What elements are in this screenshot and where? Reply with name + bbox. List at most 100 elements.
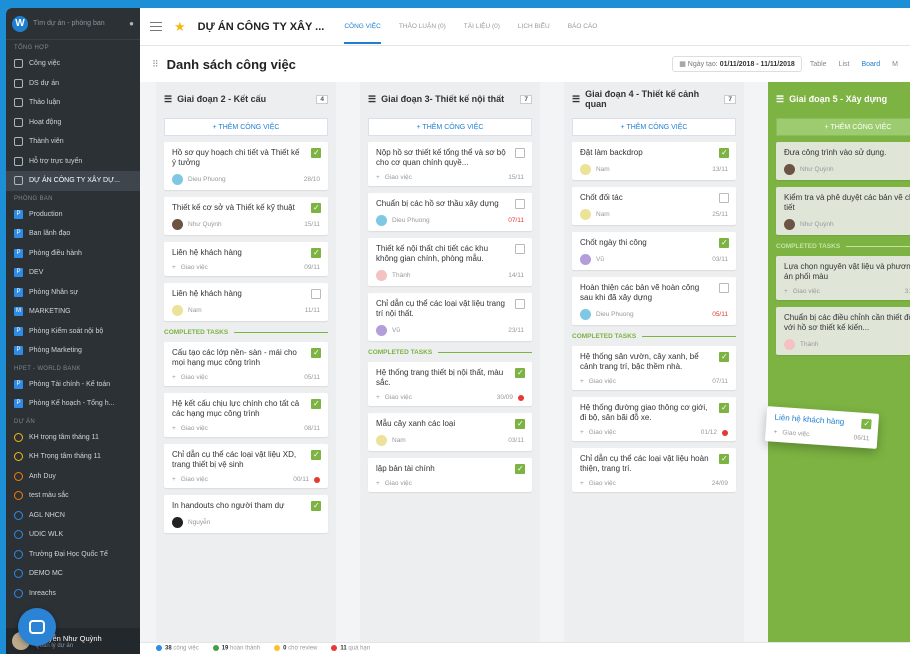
card-checkbox[interactable] <box>515 299 525 309</box>
add-icon[interactable]: + <box>172 374 176 381</box>
add-icon[interactable]: + <box>580 429 584 436</box>
task-card[interactable]: Lựa chọn nguyên vật liệu và phương án ph… <box>776 256 910 300</box>
add-icon[interactable]: + <box>172 425 176 432</box>
sidebar-item[interactable]: Công việc <box>6 54 140 74</box>
add-icon[interactable]: + <box>580 480 584 487</box>
task-card[interactable]: Mẫu cây xanh các loại Nam 03/11 <box>368 413 532 451</box>
task-card[interactable]: Liên hệ khách hàng + Giao việc 09/11 <box>164 242 328 276</box>
card-checkbox[interactable] <box>719 454 729 464</box>
card-checkbox[interactable] <box>311 289 321 299</box>
tab-1[interactable]: THẢO LUẬN (0) <box>399 23 446 30</box>
sidebar-item[interactable]: M MARKETING <box>6 302 140 322</box>
sidebar-item[interactable]: Anh Duy <box>6 467 140 487</box>
date-filter[interactable]: ▦ Ngày tạo: 01/11/2018 - 11/11/2018 <box>672 56 802 72</box>
view-list-button[interactable]: List <box>839 61 850 68</box>
card-checkbox[interactable] <box>719 193 729 203</box>
sidebar-item[interactable]: DS dự án <box>6 74 140 94</box>
add-task-button[interactable]: + THÊM CÔNG VIỆC <box>368 118 532 136</box>
card-checkbox[interactable] <box>311 399 321 409</box>
sidebar-item[interactable]: Hỗ trợ trực tuyến <box>6 152 140 172</box>
card-checkbox[interactable] <box>311 348 321 358</box>
task-card[interactable]: Đặt làm backdrop Nam 13/11 <box>572 142 736 180</box>
card-checkbox[interactable] <box>719 148 729 158</box>
add-icon[interactable]: + <box>172 264 176 271</box>
view-m-button[interactable]: M <box>892 61 898 68</box>
task-card[interactable]: lập bản tài chính + Giao việc <box>368 458 532 492</box>
task-card[interactable]: Thiết kế cơ sở và Thiết kế kỹ thuật Như Q… <box>164 197 328 235</box>
bell-icon[interactable]: ● <box>129 19 134 28</box>
task-card[interactable]: Chốt ngày thi công Vũ 03/11 <box>572 232 736 270</box>
task-card[interactable]: Chuẩn bị các điều chỉnh cần thiết đối vớ… <box>776 307 910 355</box>
sidebar-item[interactable]: P Phòng Marketing <box>6 341 140 361</box>
sidebar-item[interactable]: Trường Đại Học Quốc Tế <box>6 545 140 565</box>
task-card[interactable]: Hồ sơ quy hoạch chi tiết và Thiết kế ý t… <box>164 142 328 190</box>
add-task-button[interactable]: + THÊM CÔNG VIỆC <box>164 118 328 136</box>
task-card[interactable]: Chỉ dẫn cụ thể các loại vật liệu XD, tra… <box>164 444 328 488</box>
chat-button[interactable] <box>18 608 56 646</box>
tab-0[interactable]: CÔNG VIỆC <box>344 23 381 44</box>
task-card[interactable]: Hệ thống trang thiết bị nội thất, màu sắ… <box>368 362 532 406</box>
task-card[interactable]: Hệ thống sân vườn, cây xanh, bể cảnh tra… <box>572 346 736 390</box>
card-checkbox[interactable] <box>311 450 321 460</box>
add-icon[interactable]: + <box>376 480 380 487</box>
task-card[interactable]: Nộp hồ sơ thiết kế tổng thể và sơ bộ cho… <box>368 142 532 186</box>
menu-icon[interactable] <box>150 22 162 31</box>
card-checkbox[interactable] <box>515 148 525 158</box>
sidebar-item[interactable]: KH trọng tâm tháng 11 <box>6 428 140 448</box>
task-card[interactable]: Liên hệ khách hàng Nam 11/11 <box>164 283 328 321</box>
task-card[interactable]: Chốt đối tác Nam 25/11 <box>572 187 736 225</box>
card-checkbox[interactable] <box>311 248 321 258</box>
app-logo[interactable]: W <box>12 15 28 32</box>
card-checkbox[interactable] <box>515 368 525 378</box>
task-card[interactable]: Chỉ dẫn cụ thể các loại vật liệu trang t… <box>368 293 532 341</box>
sidebar-item[interactable]: DEMO MC <box>6 564 140 584</box>
sidebar-item[interactable]: Thảo luận <box>6 93 140 113</box>
add-icon[interactable]: + <box>773 429 777 436</box>
card-checkbox[interactable] <box>861 418 872 430</box>
sidebar-item[interactable]: DỰ ÁN CÔNG TY XÂY DỰ... <box>6 171 140 191</box>
sidebar-item[interactable]: KH Trọng tâm tháng 11 <box>6 447 140 467</box>
task-card[interactable]: Thiết kế nội thất chi tiết các khu không… <box>368 238 532 286</box>
card-checkbox[interactable] <box>515 199 525 209</box>
add-icon[interactable]: + <box>580 378 584 385</box>
sidebar-item[interactable]: P Phòng Kiểm soát nội bộ <box>6 322 140 342</box>
task-card[interactable]: Đưa công trình vào sử dụng. Như Quỳnh03/1… <box>776 142 910 180</box>
sidebar-item[interactable]: AGL NHCN <box>6 506 140 526</box>
task-card[interactable]: Chuẩn bị các hồ sơ thầu xây dựng Dieu Phu… <box>368 193 532 231</box>
sidebar-item[interactable]: P Phòng Kế hoạch - Tổng h... <box>6 394 140 414</box>
task-card[interactable]: Kiểm tra và phê duyệt các bản vẽ chi tiế… <box>776 187 910 235</box>
add-icon[interactable]: + <box>376 174 380 181</box>
view-board-button[interactable]: Board <box>861 61 880 68</box>
card-checkbox[interactable] <box>719 283 729 293</box>
sidebar-item[interactable]: P DEV <box>6 263 140 283</box>
sidebar-item[interactable]: Hoạt động <box>6 113 140 133</box>
sidebar-item[interactable]: P Phòng Nhân sự <box>6 283 140 303</box>
tab-2[interactable]: TÀI LIỆU (0) <box>464 23 500 30</box>
card-checkbox[interactable] <box>515 244 525 254</box>
card-checkbox[interactable] <box>515 419 525 429</box>
sidebar-item[interactable]: UDIC WLK <box>6 525 140 545</box>
card-checkbox[interactable] <box>719 403 729 413</box>
add-icon[interactable]: + <box>376 394 380 401</box>
task-card[interactable]: Hệ thống đường giao thông cơ giới, đi bộ… <box>572 397 736 441</box>
task-card[interactable]: Cấu tạo các lớp nền- sàn - mái cho mọi h… <box>164 342 328 386</box>
card-checkbox[interactable] <box>719 238 729 248</box>
add-task-button[interactable]: + THÊM CÔNG VIỆC <box>572 118 736 136</box>
search-input[interactable]: Tìm dự án - phòng ban <box>33 20 124 27</box>
add-icon[interactable]: + <box>172 476 176 483</box>
task-card[interactable]: Hoàn thiện các bản vẽ hoàn công sau khi … <box>572 277 736 325</box>
card-checkbox[interactable] <box>311 148 321 158</box>
sidebar-item[interactable]: P Phòng Tài chính - Kế toán <box>6 375 140 395</box>
task-card[interactable]: Hệ kết cấu chịu lực chính cho tất cả các… <box>164 393 328 437</box>
sidebar-item[interactable]: test màu sắc <box>6 486 140 506</box>
sidebar-item[interactable]: Inreachs <box>6 584 140 604</box>
add-task-button[interactable]: + THÊM CÔNG VIỆC <box>776 118 910 136</box>
card-checkbox[interactable] <box>311 203 321 213</box>
task-card[interactable]: Chỉ dẫn cụ thể các loại vật liệu hoàn th… <box>572 448 736 492</box>
sidebar-item[interactable]: P Ban lãnh đạo <box>6 224 140 244</box>
tab-4[interactable]: BÁO CÁO <box>568 23 598 30</box>
card-checkbox[interactable] <box>311 501 321 511</box>
star-icon[interactable]: ★ <box>174 19 186 35</box>
sidebar-item[interactable]: Thành viên <box>6 132 140 152</box>
sidebar-item[interactable]: P Phòng điều hành <box>6 244 140 264</box>
